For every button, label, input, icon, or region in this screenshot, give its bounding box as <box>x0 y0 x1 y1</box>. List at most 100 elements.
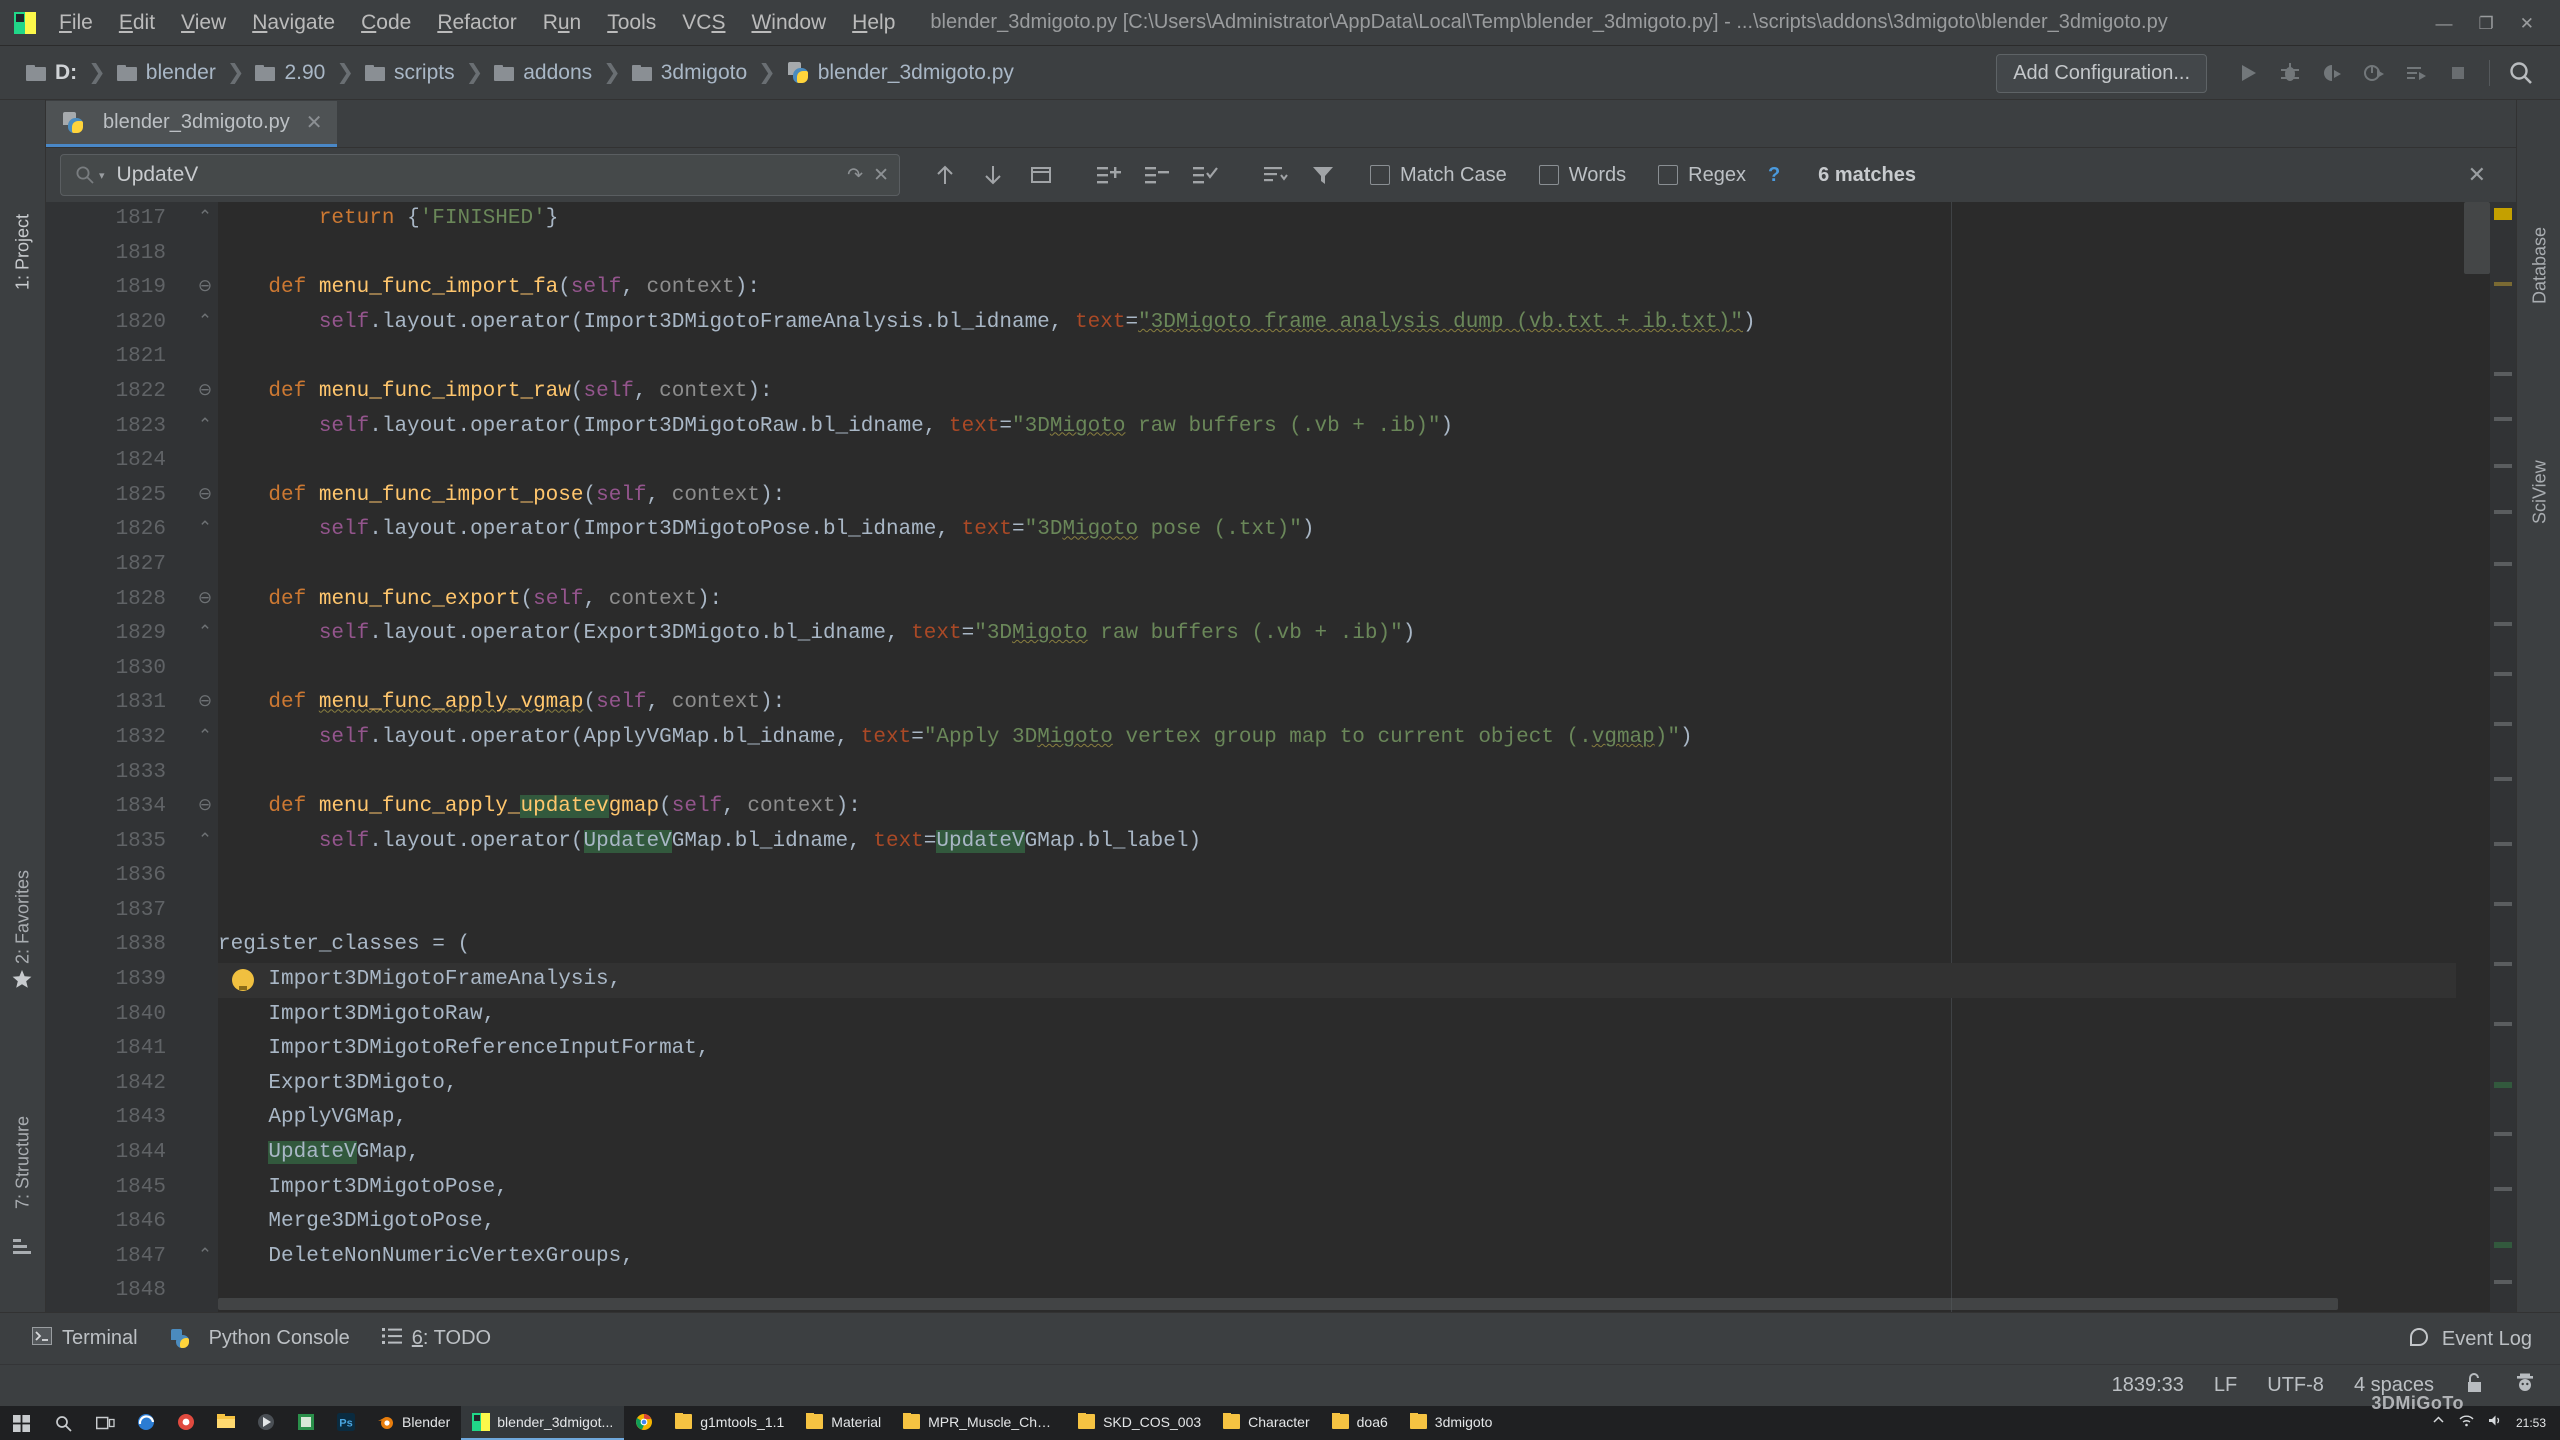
breadcrumb-item-scripts[interactable]: scripts <box>364 61 455 85</box>
breadcrumb-item-3dmigoto[interactable]: 3dmigoto <box>631 61 747 85</box>
taskbar-app-3dmigoto[interactable]: 3dmigoto <box>1399 1406 1504 1440</box>
close-find-bar-icon[interactable]: ✕ <box>2468 162 2486 188</box>
fold-end-icon[interactable]: ⌃ <box>196 1240 214 1275</box>
code-line[interactable]: 1843 ApplyVGMap, <box>46 1101 2516 1136</box>
event-log-label[interactable]: Event Log <box>2442 1328 2532 1351</box>
select-all-occurrences-icon[interactable] <box>1182 152 1228 198</box>
code-line[interactable]: 1828 ⊖ def menu_func_export(self, context… <box>46 583 2516 618</box>
arrow-down-icon[interactable] <box>970 152 1016 198</box>
regex-checkbox[interactable] <box>1658 165 1679 185</box>
code-line[interactable]: 1817 ⌃ return {'FINISHED'} <box>46 202 2516 237</box>
close-button[interactable]: ✕ <box>2520 15 2534 32</box>
code-line[interactable]: 1834 ⊖ def menu_func_apply_updatevgmap(se… <box>46 790 2516 825</box>
fold-end-icon[interactable]: ⌃ <box>196 825 214 860</box>
code-line[interactable]: 1847 ⌃ DeleteNonNumericVertexGroups, <box>46 1240 2516 1275</box>
sidebar-item-structure[interactable]: 7: Structure <box>0 985 46 1215</box>
filter-icon[interactable] <box>1300 152 1346 198</box>
taskbar-app-skd-cos[interactable]: SKD_COS_003 <box>1067 1406 1212 1440</box>
code-line[interactable]: 1830 <box>46 652 2516 687</box>
code-lines[interactable]: 1817 ⌃ return {'FINISHED'} 1818 1819 ⊖ def m… <box>46 202 2516 1312</box>
add-configuration-button[interactable]: Add Configuration... <box>1996 53 2207 93</box>
code-line[interactable]: 1836 <box>46 859 2516 894</box>
warning-stripe[interactable] <box>2494 208 2512 220</box>
maximize-button[interactable]: ❐ <box>2479 15 2494 32</box>
menu-window[interactable]: Window <box>738 7 839 39</box>
remove-selection-icon[interactable] <box>1134 152 1180 198</box>
new-line-icon[interactable]: ↷ <box>847 164 863 187</box>
menu-run[interactable]: Run <box>530 7 595 39</box>
run-coverage-icon[interactable] <box>2311 52 2353 94</box>
taskbar-app-explorer[interactable] <box>206 1406 246 1440</box>
menu-view[interactable]: View <box>168 7 239 39</box>
code-line[interactable]: 1820 ⌃ self.layout.operator(Import3DMigot… <box>46 306 2516 341</box>
code-line[interactable]: 1833 <box>46 756 2516 791</box>
menu-help[interactable]: Help <box>839 7 908 39</box>
taskbar-clock[interactable]: 21:53 <box>2516 1416 2546 1430</box>
search-everywhere-icon[interactable] <box>2500 52 2542 94</box>
sidebar-item-database[interactable]: Database <box>2517 110 2560 310</box>
fold-end-icon[interactable]: ⌃ <box>196 617 214 652</box>
fold-end-icon[interactable]: ⌃ <box>196 721 214 756</box>
minimize-button[interactable]: — <box>2436 15 2453 32</box>
code-line[interactable]: 1822 ⊖ def menu_func_import_raw(self, con… <box>46 375 2516 410</box>
fold-end-icon[interactable]: ⌃ <box>196 513 214 548</box>
horizontal-scrollbar-thumb[interactable] <box>218 1298 2338 1310</box>
fold-open-icon[interactable]: ⊖ <box>196 479 214 514</box>
search-input[interactable]: ▾ UpdateV ↷ ✕ <box>60 154 900 196</box>
code-line[interactable]: 1841 Import3DMigotoReferenceInputFormat, <box>46 1032 2516 1067</box>
run-with-parameters-icon[interactable] <box>2395 52 2437 94</box>
match-case-checkbox[interactable] <box>1370 165 1390 185</box>
clear-icon[interactable]: ✕ <box>873 164 889 187</box>
debug-icon[interactable] <box>2269 52 2311 94</box>
chevron-down-icon[interactable]: ▾ <box>99 169 105 182</box>
code-line[interactable]: 1839 Import3DMigotoFrameAnalysis, <box>46 963 2516 998</box>
sidebar-item-favorites[interactable]: 2: Favorites <box>0 750 46 970</box>
regex-help-link[interactable]: ? <box>1768 164 1780 187</box>
code-line[interactable]: 1827 <box>46 548 2516 583</box>
code-line[interactable]: 1832 ⌃ self.layout.operator(ApplyVGMap.bl… <box>46 721 2516 756</box>
unlocked-padlock-icon[interactable] <box>2464 1372 2484 1399</box>
code-line[interactable]: 1825 ⊖ def menu_func_import_pose(self, co… <box>46 479 2516 514</box>
add-selection-icon[interactable] <box>1086 152 1132 198</box>
taskbar-app-material[interactable]: Material <box>795 1406 892 1440</box>
taskbar-app-pycharm[interactable]: blender_3dmigot... <box>461 1406 625 1440</box>
taskbar-app-paint[interactable] <box>286 1406 326 1440</box>
tool-window-todo[interactable]: 6: TODO <box>381 1327 491 1350</box>
code-line[interactable]: 1819 ⊖ def menu_func_import_fa(self, cont… <box>46 271 2516 306</box>
windows-start-icon[interactable] <box>0 1406 42 1440</box>
menu-vcs[interactable]: VCS <box>669 7 738 39</box>
taskbar-app-photoshop[interactable]: Ps <box>326 1406 366 1440</box>
code-line[interactable]: 1823 ⌃ self.layout.operator(Import3DMigot… <box>46 410 2516 445</box>
breadcrumb-item-addons[interactable]: addons <box>494 61 592 85</box>
breadcrumb-item-blender[interactable]: blender <box>116 61 216 85</box>
code-line[interactable]: 1842 Export3DMigoto, <box>46 1067 2516 1102</box>
code-line[interactable]: 1826 ⌃ self.layout.operator(Import3DMigot… <box>46 513 2516 548</box>
run-icon[interactable] <box>2227 52 2269 94</box>
menu-tools[interactable]: Tools <box>594 7 669 39</box>
profile-icon[interactable] <box>2353 52 2395 94</box>
code-line[interactable]: 1844 UpdateVGMap, <box>46 1136 2516 1171</box>
code-line[interactable]: 1821 <box>46 340 2516 375</box>
code-editor[interactable]: 1817 ⌃ return {'FINISHED'} 1818 1819 ⊖ def m… <box>46 202 2516 1312</box>
code-line[interactable]: 1838 register_classes = ( <box>46 928 2516 963</box>
code-line[interactable]: 1835 ⌃ self.layout.operator(UpdateVGMap.b… <box>46 825 2516 860</box>
fold-end-icon[interactable]: ⌃ <box>196 202 214 237</box>
menu-edit[interactable]: Edit <box>106 7 168 39</box>
sidebar-item-sciview[interactable]: SciView <box>2517 350 2560 530</box>
error-stripe-marker-column[interactable] <box>2490 202 2516 1312</box>
task-view-icon[interactable] <box>84 1406 126 1440</box>
fold-end-icon[interactable]: ⌃ <box>196 306 214 341</box>
code-line[interactable]: 1829 ⌃ self.layout.operator(Export3DMigot… <box>46 617 2516 652</box>
editor-tab[interactable]: blender_3dmigoto.py ✕ <box>46 101 337 147</box>
fold-open-icon[interactable]: ⊖ <box>196 375 214 410</box>
taskbar-search-icon[interactable] <box>42 1406 84 1440</box>
close-icon[interactable]: ✕ <box>306 110 323 135</box>
code-line[interactable]: 1831 ⊖ def menu_func_apply_vgmap(self, co… <box>46 686 2516 721</box>
arrow-up-icon[interactable] <box>922 152 968 198</box>
taskbar-app-mpr-muscle[interactable]: MPR_Muscle_Cha... <box>892 1406 1067 1440</box>
fold-open-icon[interactable]: ⊖ <box>196 686 214 721</box>
stop-icon[interactable] <box>2437 52 2479 94</box>
line-separator[interactable]: LF <box>2214 1374 2237 1397</box>
code-line[interactable]: 1818 <box>46 237 2516 272</box>
breadcrumb-item-file[interactable]: blender_3dmigoto.py <box>787 61 1014 85</box>
